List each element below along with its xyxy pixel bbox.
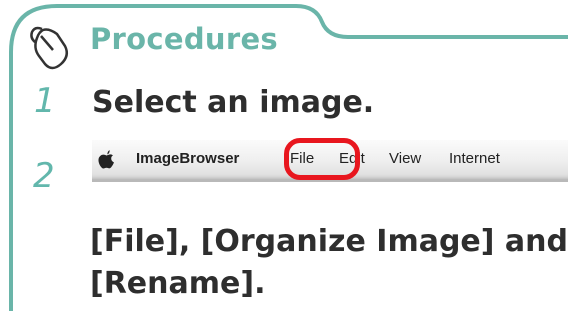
page-title: Procedures	[90, 22, 278, 56]
mouse-icon	[30, 26, 69, 70]
step-number-2: 2	[33, 156, 55, 196]
apple-icon	[98, 150, 114, 169]
menu-item-view[interactable]: View	[389, 150, 421, 167]
step-2-line-2: [Rename].	[90, 266, 266, 301]
step-2-line-1: [File], [Organize Image] and	[90, 224, 568, 259]
menu-item-internet[interactable]: Internet	[449, 150, 500, 167]
step-number-1: 1	[34, 81, 56, 121]
step-1-text: Select an image.	[92, 85, 375, 120]
file-menu-highlight	[284, 138, 360, 180]
step-2-text: [File], [Organize Image] and [Rename].	[90, 221, 568, 305]
menu-item-imagebrowser[interactable]: ImageBrowser	[136, 150, 239, 167]
